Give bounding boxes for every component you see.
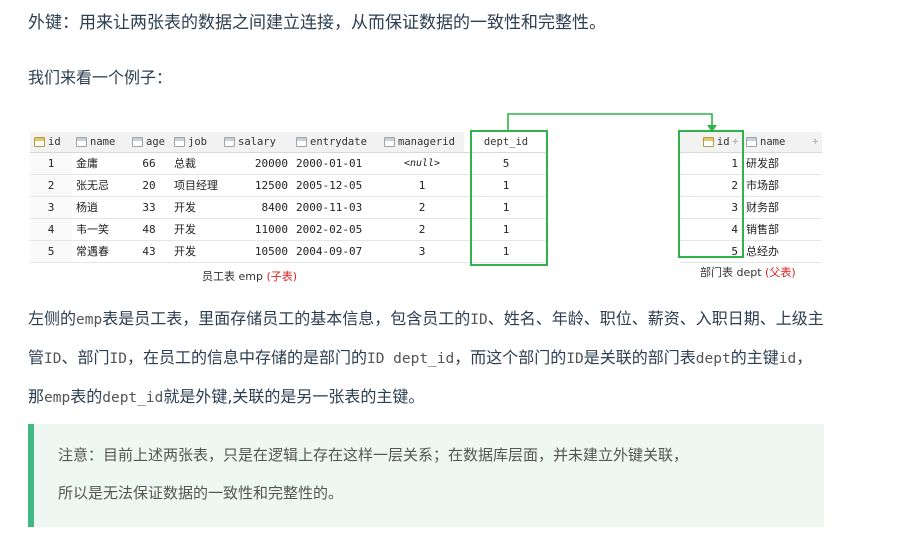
cell-name[interactable]: 张无忌 xyxy=(72,174,128,197)
explanation-paragraph: 左侧的emp表是员工表，里面存储员工的基本信息，包含员工的ID、姓名、年龄、职位… xyxy=(28,309,824,406)
cell-name[interactable]: 财务部 xyxy=(742,196,822,219)
column-icon xyxy=(384,136,395,147)
cell-entrydate[interactable]: 2000-01-01 xyxy=(292,152,380,175)
cell-age[interactable]: 20 xyxy=(128,174,170,197)
cell-age[interactable]: 33 xyxy=(128,196,170,219)
cell-name[interactable]: 研发部 xyxy=(742,152,822,175)
cell-managerid[interactable]: 2 xyxy=(380,218,464,241)
emp-col-name[interactable]: name xyxy=(72,132,128,153)
column-icon xyxy=(132,136,143,147)
cell-salary[interactable]: 11000 xyxy=(220,218,292,241)
primary-key-highlight xyxy=(678,130,744,258)
cell-job[interactable]: 开发 xyxy=(170,240,220,263)
cell-salary[interactable]: 8400 xyxy=(220,196,292,219)
row-number: 3 xyxy=(30,196,72,219)
row-number: 5 xyxy=(30,240,72,263)
tables-figure: id name age job salary entrydate manager… xyxy=(0,106,898,296)
cell-age[interactable]: 48 xyxy=(128,218,170,241)
dept-col-name[interactable]: name ÷ xyxy=(742,132,822,153)
cell-age[interactable]: 66 xyxy=(128,152,170,175)
cell-job[interactable]: 项目经理 xyxy=(170,174,220,197)
cell-entrydate[interactable]: 2002-02-05 xyxy=(292,218,380,241)
emp-col-id[interactable]: id xyxy=(30,132,72,153)
cell-managerid[interactable]: 3 xyxy=(380,240,464,263)
cell-name[interactable]: 销售部 xyxy=(742,218,822,241)
cell-name[interactable]: 韦一笑 xyxy=(72,218,128,241)
sort-icon[interactable]: ÷ xyxy=(813,137,822,147)
dept-table-caption: 部门表 dept (父表) xyxy=(700,266,796,279)
cell-name[interactable]: 市场部 xyxy=(742,174,822,197)
cell-name[interactable]: 常遇春 xyxy=(72,240,128,263)
emp-col-salary[interactable]: salary xyxy=(220,132,292,153)
cell-salary[interactable]: 12500 xyxy=(220,174,292,197)
note-line-2: 所以是无法保证数据的一致性和完整性的。 xyxy=(58,484,344,502)
page-heading: 外键：用来让两张表的数据之间建立连接，从而保证数据的一致性和完整性。 xyxy=(28,13,606,33)
row-number: 4 xyxy=(30,218,72,241)
cell-salary[interactable]: 10500 xyxy=(220,240,292,263)
row-number: 1 xyxy=(30,152,72,175)
cell-name[interactable]: 总经办 xyxy=(742,240,822,263)
cell-name[interactable]: 金庸 xyxy=(72,152,128,175)
cell-job[interactable]: 开发 xyxy=(170,196,220,219)
emp-col-job[interactable]: job xyxy=(170,132,220,153)
cell-salary[interactable]: 20000 xyxy=(220,152,292,175)
note-callout: 注意：目前上述两张表，只是在逻辑上存在这样一层关系；在数据库层面，并未建立外键关… xyxy=(28,424,824,527)
note-line-1: 注意：目前上述两张表，只是在逻辑上存在这样一层关系；在数据库层面，并未建立外键关… xyxy=(58,446,689,464)
cell-managerid[interactable]: 2 xyxy=(380,196,464,219)
emp-col-age[interactable]: age xyxy=(128,132,170,153)
cell-entrydate[interactable]: 2004-09-07 xyxy=(292,240,380,263)
row-number: 2 xyxy=(30,174,72,197)
cell-entrydate[interactable]: 2005-12-05 xyxy=(292,174,380,197)
cell-managerid[interactable]: <null> xyxy=(380,152,464,175)
foreign-key-highlight xyxy=(470,130,548,266)
column-icon xyxy=(224,136,235,147)
emp-col-entrydate[interactable]: entrydate xyxy=(292,132,380,153)
example-intro: 我们来看一个例子： xyxy=(28,68,173,87)
cell-name[interactable]: 杨逍 xyxy=(72,196,128,219)
emp-col-managerid[interactable]: managerid xyxy=(380,132,464,153)
cell-managerid[interactable]: 1 xyxy=(380,174,464,197)
cell-job[interactable]: 总裁 xyxy=(170,152,220,175)
cell-entrydate[interactable]: 2000-11-03 xyxy=(292,196,380,219)
column-icon xyxy=(296,136,307,147)
column-icon xyxy=(746,136,757,147)
column-icon xyxy=(174,136,185,147)
cell-age[interactable]: 43 xyxy=(128,240,170,263)
primary-key-icon xyxy=(34,136,45,147)
cell-job[interactable]: 开发 xyxy=(170,218,220,241)
column-icon xyxy=(76,136,87,147)
emp-table-caption: 员工表 emp (子表) xyxy=(202,270,298,283)
